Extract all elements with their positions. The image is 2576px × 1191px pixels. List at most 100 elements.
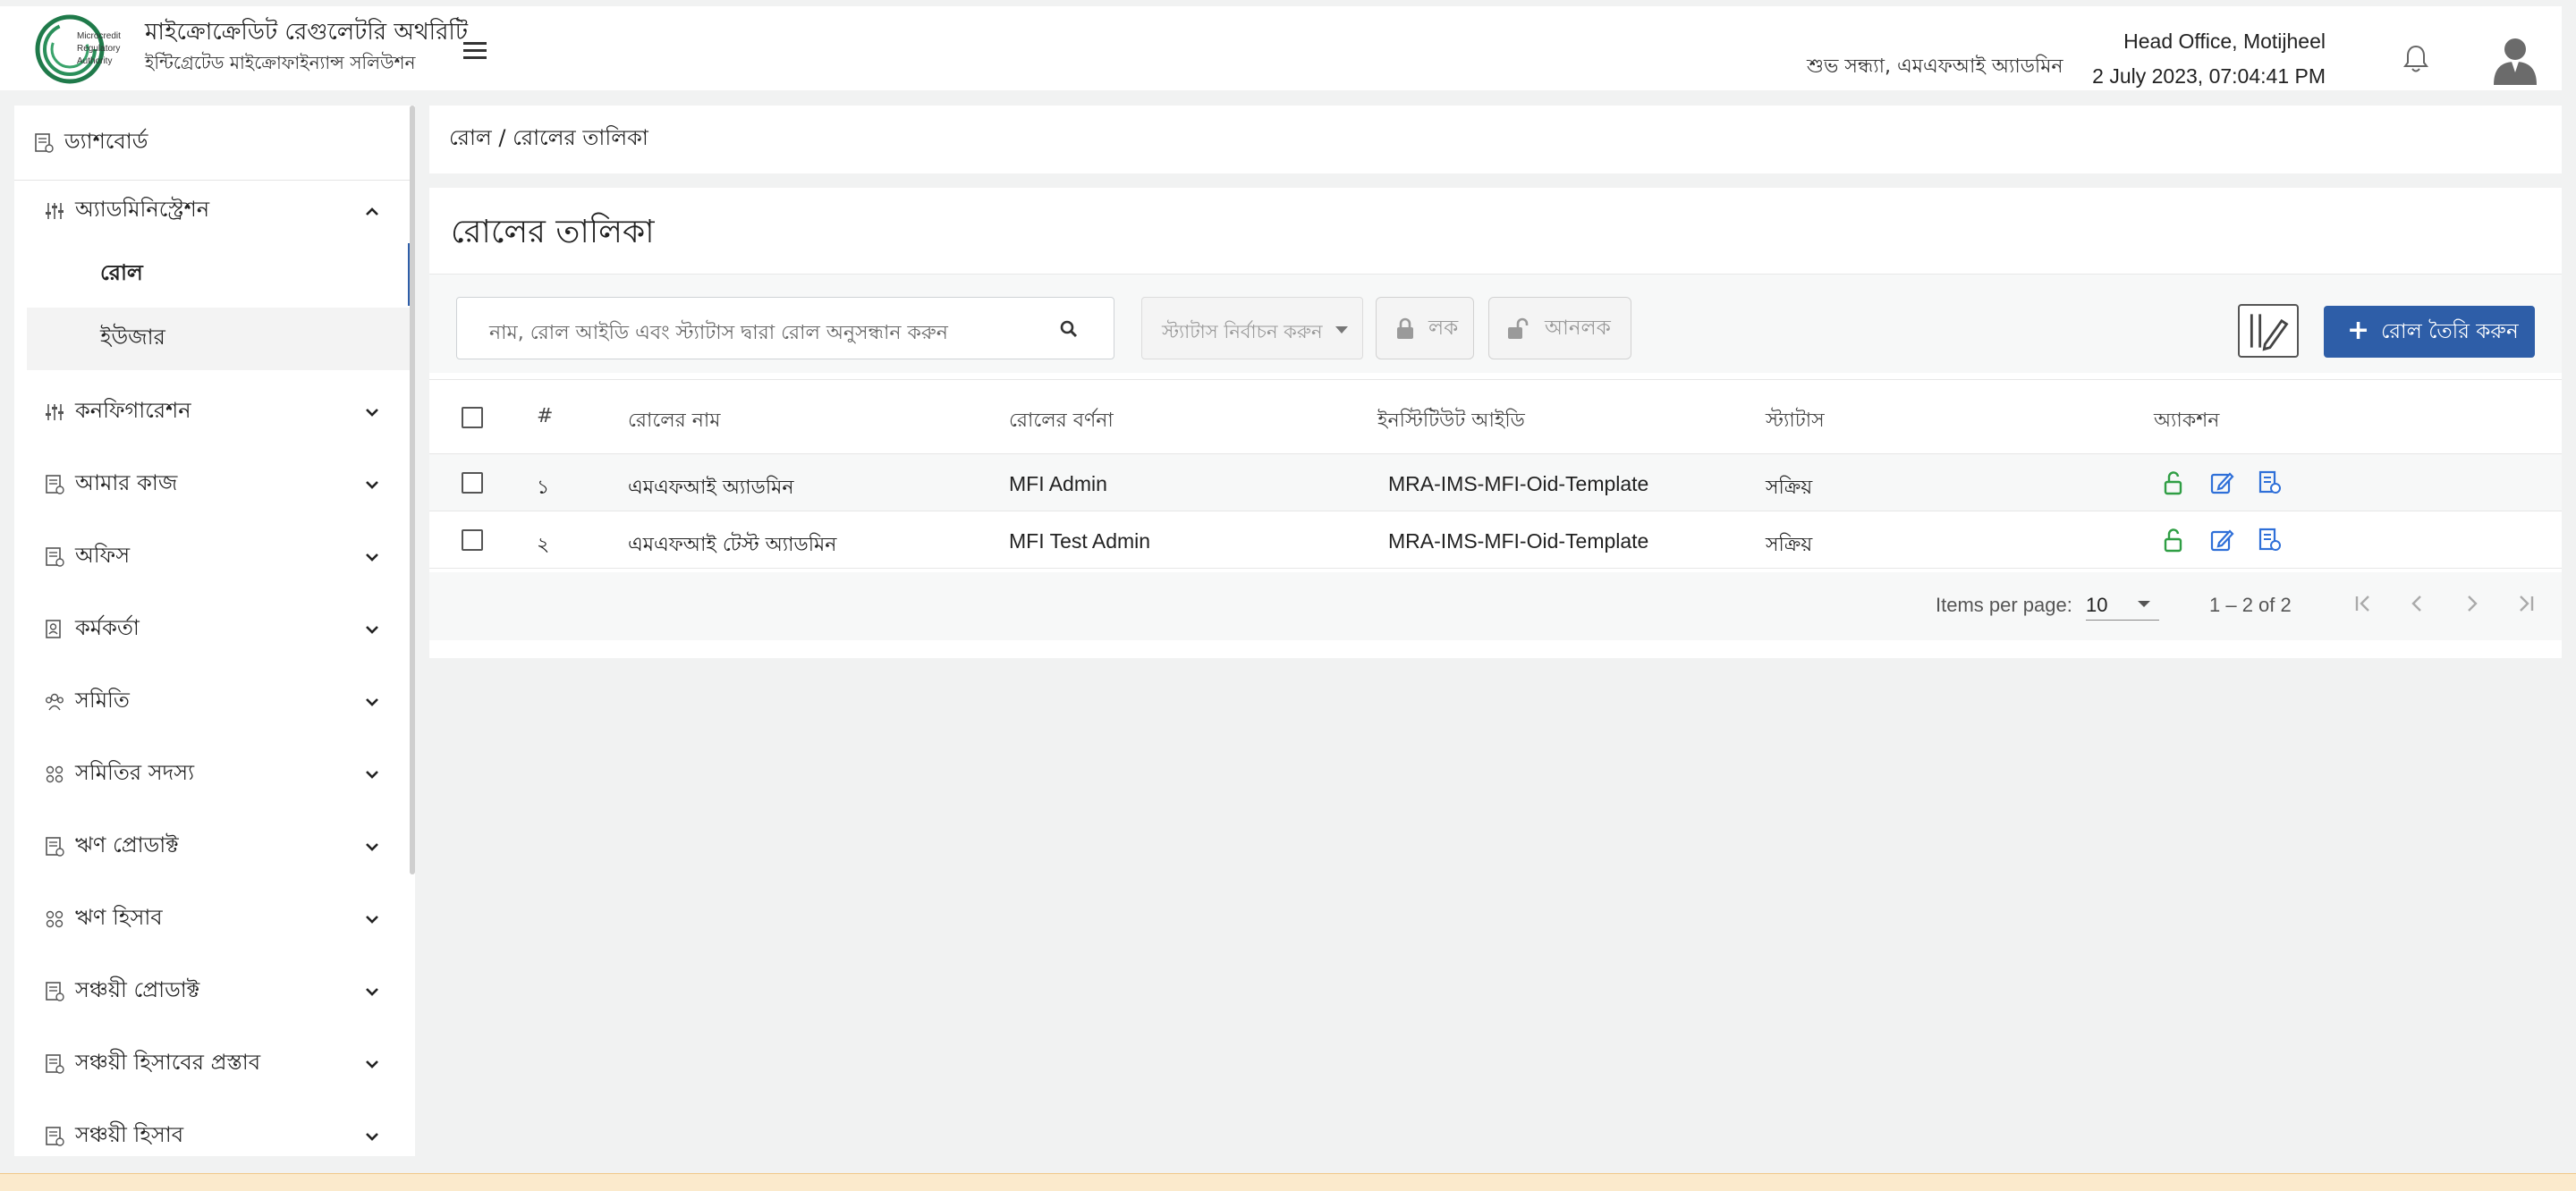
row-role-name: এমএফআই টেস্ট অ্যাডমিন: [628, 534, 837, 556]
select-all-checkbox[interactable]: [462, 407, 483, 428]
table-row: ১ এমএফআই অ্যাডমিন MFI Admin MRA-IMS-MFI-…: [429, 454, 2562, 511]
office-info: Head Office, Motijheel 2 July 2023, 07:0…: [2092, 24, 2326, 94]
previous-page-icon[interactable]: [2404, 590, 2431, 617]
user-avatar[interactable]: [2492, 35, 2538, 85]
table-header: # রোলের নাম রোলের বর্ণনা ইনস্টিটিউট আইডি…: [429, 379, 2562, 454]
header-role-name[interactable]: রোলের নাম: [628, 405, 720, 438]
row-role-description: MFI Test Admin: [1009, 529, 1151, 553]
svg-text:Authority: Authority: [77, 56, 112, 66]
notification-bell-icon[interactable]: [2402, 44, 2429, 74]
sidebar-item-savings-product[interactable]: সঞ্চয়ী প্রোডাক্ট: [14, 956, 415, 1027]
items-per-page-select[interactable]: 10: [2086, 585, 2159, 621]
sidebar-item-label: সঞ্চয়ী হিসাব: [75, 1122, 184, 1147]
next-page-icon[interactable]: [2458, 590, 2485, 617]
sidebar-item-label: কর্মকর্তা: [75, 615, 140, 640]
row-checkbox[interactable]: [462, 529, 483, 551]
sidebar-item-officer[interactable]: কর্মকর্তা: [14, 594, 415, 665]
sidebar-item-label: ড্যাশবোর্ড: [64, 128, 148, 154]
table-row: ২ এমএফআই টেস্ট অ্যাডমিন MFI Test Admin M…: [429, 511, 2562, 569]
sidebar-item-savings-proposal[interactable]: সঞ্চয়ী হিসাবের প্রস্তাব: [14, 1028, 415, 1100]
edit-icon[interactable]: [2209, 528, 2234, 553]
sidebar-subitem-user[interactable]: ইউজার: [27, 308, 411, 370]
paginator: Items per page: 10 1 – 2 of 2: [429, 572, 2562, 640]
document-icon: [46, 1054, 64, 1074]
document-icon: [46, 1127, 64, 1146]
app-subtitle: ইন্টিগ্রেটেড মাইক্রোফাইন্যান্স সলিউশন: [145, 52, 416, 74]
sidebar-item-configuration[interactable]: কনফিগারেশন: [14, 376, 415, 448]
unlock-icon: [1508, 317, 1529, 339]
chevron-up-icon: [366, 207, 378, 215]
sidebar-item-samity[interactable]: সমিতি: [14, 666, 415, 738]
sidebar-item-administration[interactable]: অ্যাডমিনিস্ট্রেশন: [14, 175, 415, 247]
header-status[interactable]: স্ট্যাটাস: [1766, 405, 1825, 438]
document-icon: [46, 547, 64, 567]
chevron-down-icon: [366, 988, 378, 996]
chevron-down-icon: [366, 1133, 378, 1141]
header-action: অ্যাকশন: [2154, 410, 2220, 432]
sidebar-item-savings-account[interactable]: সঞ্চয়ী হিসাব: [14, 1101, 415, 1156]
document-icon: [46, 982, 64, 1001]
sliders-icon: [46, 404, 64, 420]
last-page-icon[interactable]: [2512, 590, 2538, 617]
menu-toggle-icon[interactable]: [463, 42, 487, 60]
sidebar-subitem-label: রোল: [100, 260, 143, 285]
breadcrumb: রোল / রোলের তালিকা: [429, 106, 2562, 173]
sidebar-item-loan-account[interactable]: ঋণ হিসাব: [14, 883, 415, 955]
page-title: রোলের তালিকা: [451, 214, 655, 250]
sidebar-item-loan-product[interactable]: ঋণ প্রোডাক্ট: [14, 811, 415, 883]
edit-icon[interactable]: [2209, 470, 2234, 495]
office-name: Head Office, Motijheel: [2123, 30, 2326, 53]
first-page-icon[interactable]: [2351, 590, 2377, 617]
svg-text:Regulatory: Regulatory: [77, 44, 120, 54]
sidebar-subitem-role[interactable]: রোল: [27, 243, 413, 306]
sidebar-item-label: সঞ্চয়ী হিসাবের প্রস্তাব: [75, 1050, 261, 1075]
top-header: Microcredit Regulatory Authority মাইক্রো…: [0, 6, 2562, 90]
caret-down-icon: [1335, 326, 1348, 334]
chevron-down-icon: [366, 843, 378, 851]
plus-icon: +: [2347, 315, 2370, 346]
search-icon[interactable]: [1058, 318, 1080, 340]
sidebar-scrollbar[interactable]: [410, 106, 415, 874]
sidebar-item-label: সমিতির সদস্য: [75, 760, 195, 785]
unlock-icon[interactable]: [2161, 528, 2186, 553]
current-datetime: 2 July 2023, 07:04:41 PM: [2092, 64, 2326, 89]
status-select[interactable]: স্ট্যাটাস নির্বাচন করুন: [1141, 297, 1363, 359]
create-role-label: রোল তৈরি করুন: [2381, 319, 2519, 343]
sidebar-item-dashboard[interactable]: ড্যাশবোর্ড: [14, 106, 415, 181]
sliders-icon: [46, 203, 64, 219]
sidebar-item-label: আমার কাজ: [75, 470, 178, 495]
row-status: সক্রিয়: [1766, 477, 1813, 499]
column-settings-icon[interactable]: [2238, 304, 2299, 358]
chevron-down-icon: [366, 626, 378, 634]
chevron-down-icon: [366, 1060, 378, 1069]
document-icon: [46, 475, 64, 494]
lock-button-label: লক: [1428, 316, 1459, 340]
row-index: ২: [537, 534, 550, 556]
sidebar-subitem-label: ইউজার: [100, 325, 165, 350]
sidebar-item-label: কনফিগারেশন: [75, 398, 191, 423]
unlock-button[interactable]: আনলক: [1488, 297, 1631, 359]
create-role-button[interactable]: + রোল তৈরি করুন: [2324, 306, 2535, 358]
unlock-button-label: আনলক: [1545, 316, 1611, 340]
chevron-down-icon: [366, 481, 378, 489]
group-icon: [46, 693, 64, 711]
row-checkbox[interactable]: [462, 472, 483, 494]
dashboard-icon: [35, 132, 54, 153]
members-icon: [46, 910, 64, 928]
search-input[interactable]: নাম, রোল আইডি এবং স্ট্যাটাস দ্বারা রোল অ…: [456, 297, 1114, 359]
chevron-down-icon: [366, 409, 378, 417]
sidebar-item-label: অ্যাডমিনিস্ট্রেশন: [75, 197, 210, 222]
sidebar-item-office[interactable]: অফিস: [14, 521, 415, 593]
app-title: মাইক্রোক্রেডিট রেগুলেটরি অথরিটি: [145, 19, 469, 46]
details-icon[interactable]: [2258, 470, 2283, 495]
unlock-icon[interactable]: [2161, 470, 2186, 495]
header-institute-id[interactable]: ইনস্টিটিউট আইডি: [1377, 405, 1525, 438]
sidebar-item-my-work[interactable]: আমার কাজ: [14, 449, 415, 520]
sidebar-item-samity-members[interactable]: সমিতির সদস্য: [14, 739, 415, 810]
header-role-description[interactable]: রোলের বর্ণনা: [1009, 405, 1114, 438]
lock-button[interactable]: লক: [1376, 297, 1474, 359]
svg-text:Microcredit: Microcredit: [77, 31, 121, 41]
chevron-down-icon: [366, 771, 378, 779]
details-icon[interactable]: [2258, 528, 2283, 553]
chevron-down-icon: [366, 916, 378, 924]
